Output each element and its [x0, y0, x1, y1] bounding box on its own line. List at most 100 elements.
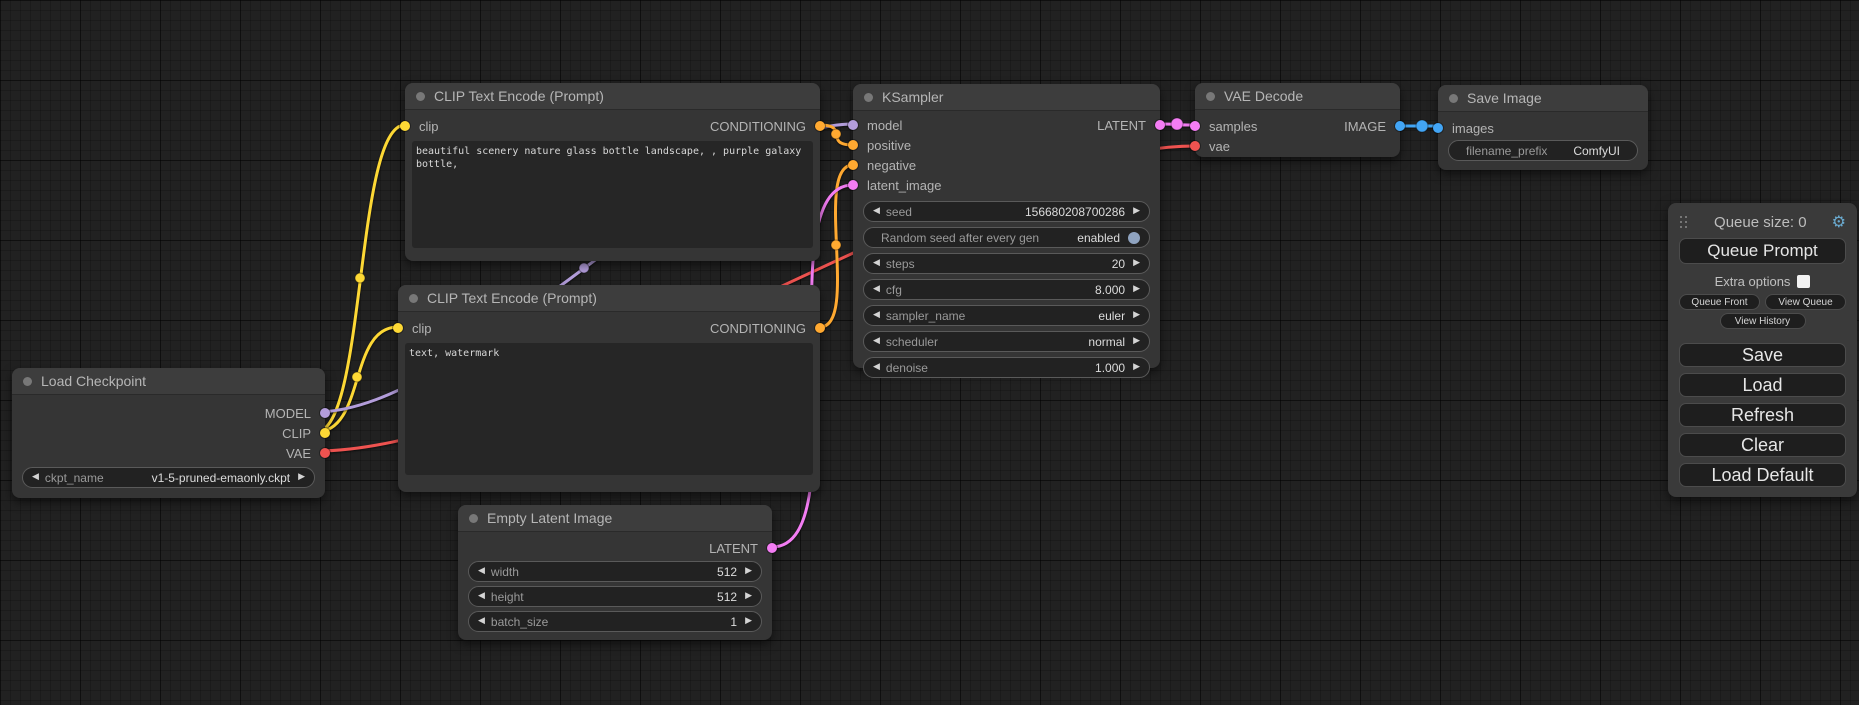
node-save-image[interactable]: Save Image images filename_prefix ComfyU… [1438, 85, 1648, 170]
output-slot-image[interactable] [1395, 121, 1405, 131]
increment-arrow-icon[interactable]: ▶ [1133, 259, 1140, 268]
widget-label: batch_size [491, 615, 722, 629]
load-default-button[interactable]: Load Default [1679, 463, 1846, 487]
node-clip-text-encode-negative[interactable]: CLIP Text Encode (Prompt) clip CONDITION… [398, 285, 820, 492]
width-widget[interactable]: ◀ width 512 ▶ [468, 561, 762, 582]
widget-value: 512 [717, 590, 737, 604]
node-title-bar[interactable]: CLIP Text Encode (Prompt) [405, 83, 820, 110]
link-dot [831, 240, 841, 250]
input-slot-latent-image[interactable] [848, 180, 858, 190]
decrement-arrow-icon[interactable]: ◀ [478, 617, 485, 626]
collapse-dot-icon[interactable] [469, 514, 478, 523]
increment-arrow-icon[interactable]: ▶ [1133, 311, 1140, 320]
queue-panel: Queue size: 0 ⚙ Queue Prompt Extra optio… [1668, 203, 1857, 497]
link-dot [1171, 118, 1183, 130]
input-slot-clip[interactable] [400, 121, 410, 131]
decrement-arrow-icon[interactable]: ◀ [873, 285, 880, 294]
input-slot-positive[interactable] [848, 140, 858, 150]
node-title-bar[interactable]: CLIP Text Encode (Prompt) [398, 285, 820, 312]
node-empty-latent-image[interactable]: Empty Latent Image LATENT ◀ width 512 ▶ … [458, 505, 772, 640]
random-seed-toggle-widget[interactable]: Random seed after every gen enabled [863, 227, 1150, 248]
scheduler-widget[interactable]: ◀ scheduler normal ▶ [863, 331, 1150, 352]
collapse-dot-icon[interactable] [416, 92, 425, 101]
height-widget[interactable]: ◀ height 512 ▶ [468, 586, 762, 607]
input-slot-clip[interactable] [393, 323, 403, 333]
denoise-widget[interactable]: ◀ denoise 1.000 ▶ [863, 357, 1150, 378]
clear-button[interactable]: Clear [1679, 433, 1846, 457]
output-slot-model[interactable] [320, 408, 330, 418]
collapse-dot-icon[interactable] [409, 294, 418, 303]
node-ksampler[interactable]: KSampler model LATENT positive negative … [853, 84, 1160, 368]
output-label-latent: LATENT [709, 541, 758, 556]
node-title-bar[interactable]: VAE Decode [1195, 83, 1400, 110]
node-title-bar[interactable]: KSampler [853, 84, 1160, 111]
queue-front-button[interactable]: Queue Front [1679, 294, 1760, 310]
output-label-clip: CLIP [282, 426, 311, 441]
node-title-bar[interactable]: Load Checkpoint [12, 368, 325, 395]
widget-value: 156680208700286 [1025, 205, 1125, 219]
node-vae-decode[interactable]: VAE Decode samples IMAGE vae [1195, 83, 1400, 157]
filename-prefix-widget[interactable]: filename_prefix ComfyUI [1448, 140, 1638, 161]
input-label-positive: positive [867, 138, 911, 153]
decrement-arrow-icon[interactable]: ◀ [873, 207, 880, 216]
node-title-bar[interactable]: Save Image [1438, 85, 1648, 112]
settings-gear-icon[interactable]: ⚙ [1832, 214, 1846, 230]
save-button[interactable]: Save [1679, 343, 1846, 367]
extra-options-checkbox[interactable] [1797, 275, 1810, 288]
refresh-button[interactable]: Refresh [1679, 403, 1846, 427]
toggle-enabled-icon[interactable] [1128, 232, 1140, 244]
queue-prompt-button[interactable]: Queue Prompt [1679, 238, 1846, 264]
collapse-dot-icon[interactable] [23, 377, 32, 386]
decrement-arrow-icon[interactable]: ◀ [478, 592, 485, 601]
output-slot-clip[interactable] [320, 428, 330, 438]
view-queue-button[interactable]: View Queue [1765, 294, 1846, 310]
increment-arrow-icon[interactable]: ▶ [1133, 337, 1140, 346]
batch-size-widget[interactable]: ◀ batch_size 1 ▶ [468, 611, 762, 632]
collapse-dot-icon[interactable] [864, 93, 873, 102]
drag-handle-icon[interactable] [1679, 215, 1689, 229]
negative-prompt-textarea[interactable]: text, watermark [405, 343, 813, 475]
widget-value: euler [1098, 309, 1125, 323]
increment-arrow-icon[interactable]: ▶ [1133, 207, 1140, 216]
decrement-arrow-icon[interactable]: ◀ [873, 337, 880, 346]
node-graph-canvas[interactable]: Load Checkpoint MODEL CLIP VAE ◀ ckpt_na… [0, 0, 1859, 705]
cfg-widget[interactable]: ◀ cfg 8.000 ▶ [863, 279, 1150, 300]
widget-label: seed [886, 205, 1017, 219]
increment-arrow-icon[interactable]: ▶ [745, 617, 752, 626]
increment-arrow-icon[interactable]: ▶ [745, 592, 752, 601]
load-button[interactable]: Load [1679, 373, 1846, 397]
increment-arrow-icon[interactable]: ▶ [1133, 285, 1140, 294]
output-slot-vae[interactable] [320, 448, 330, 458]
input-slot-negative[interactable] [848, 160, 858, 170]
input-slot-vae[interactable] [1190, 141, 1200, 151]
node-load-checkpoint[interactable]: Load Checkpoint MODEL CLIP VAE ◀ ckpt_na… [12, 368, 325, 498]
output-slot-latent[interactable] [1155, 120, 1165, 130]
increment-arrow-icon[interactable]: ▶ [1133, 363, 1140, 372]
input-slot-samples[interactable] [1190, 121, 1200, 131]
increment-arrow-icon[interactable]: ▶ [745, 567, 752, 576]
decrement-arrow-icon[interactable]: ◀ [873, 311, 880, 320]
positive-prompt-textarea[interactable]: beautiful scenery nature glass bottle la… [412, 141, 813, 248]
seed-widget[interactable]: ◀ seed 156680208700286 ▶ [863, 201, 1150, 222]
steps-widget[interactable]: ◀ steps 20 ▶ [863, 253, 1150, 274]
decrement-arrow-icon[interactable]: ◀ [873, 363, 880, 372]
input-label-model: model [867, 118, 902, 133]
output-slot-latent[interactable] [767, 543, 777, 553]
collapse-dot-icon[interactable] [1206, 92, 1215, 101]
output-slot-conditioning[interactable] [815, 323, 825, 333]
view-history-button[interactable]: View History [1720, 313, 1806, 329]
input-slot-model[interactable] [848, 120, 858, 130]
increment-arrow-icon[interactable]: ▶ [298, 473, 305, 482]
output-label-image: IMAGE [1344, 119, 1386, 134]
decrement-arrow-icon[interactable]: ◀ [32, 473, 39, 482]
sampler-name-widget[interactable]: ◀ sampler_name euler ▶ [863, 305, 1150, 326]
input-slot-images[interactable] [1433, 123, 1443, 133]
ckpt-name-widget[interactable]: ◀ ckpt_name v1-5-pruned-emaonly.ckpt ▶ [22, 467, 315, 488]
collapse-dot-icon[interactable] [1449, 94, 1458, 103]
node-clip-text-encode-positive[interactable]: CLIP Text Encode (Prompt) clip CONDITION… [405, 83, 820, 261]
widget-label: scheduler [886, 335, 1080, 349]
decrement-arrow-icon[interactable]: ◀ [478, 567, 485, 576]
decrement-arrow-icon[interactable]: ◀ [873, 259, 880, 268]
output-slot-conditioning[interactable] [815, 121, 825, 131]
node-title-bar[interactable]: Empty Latent Image [458, 505, 772, 532]
